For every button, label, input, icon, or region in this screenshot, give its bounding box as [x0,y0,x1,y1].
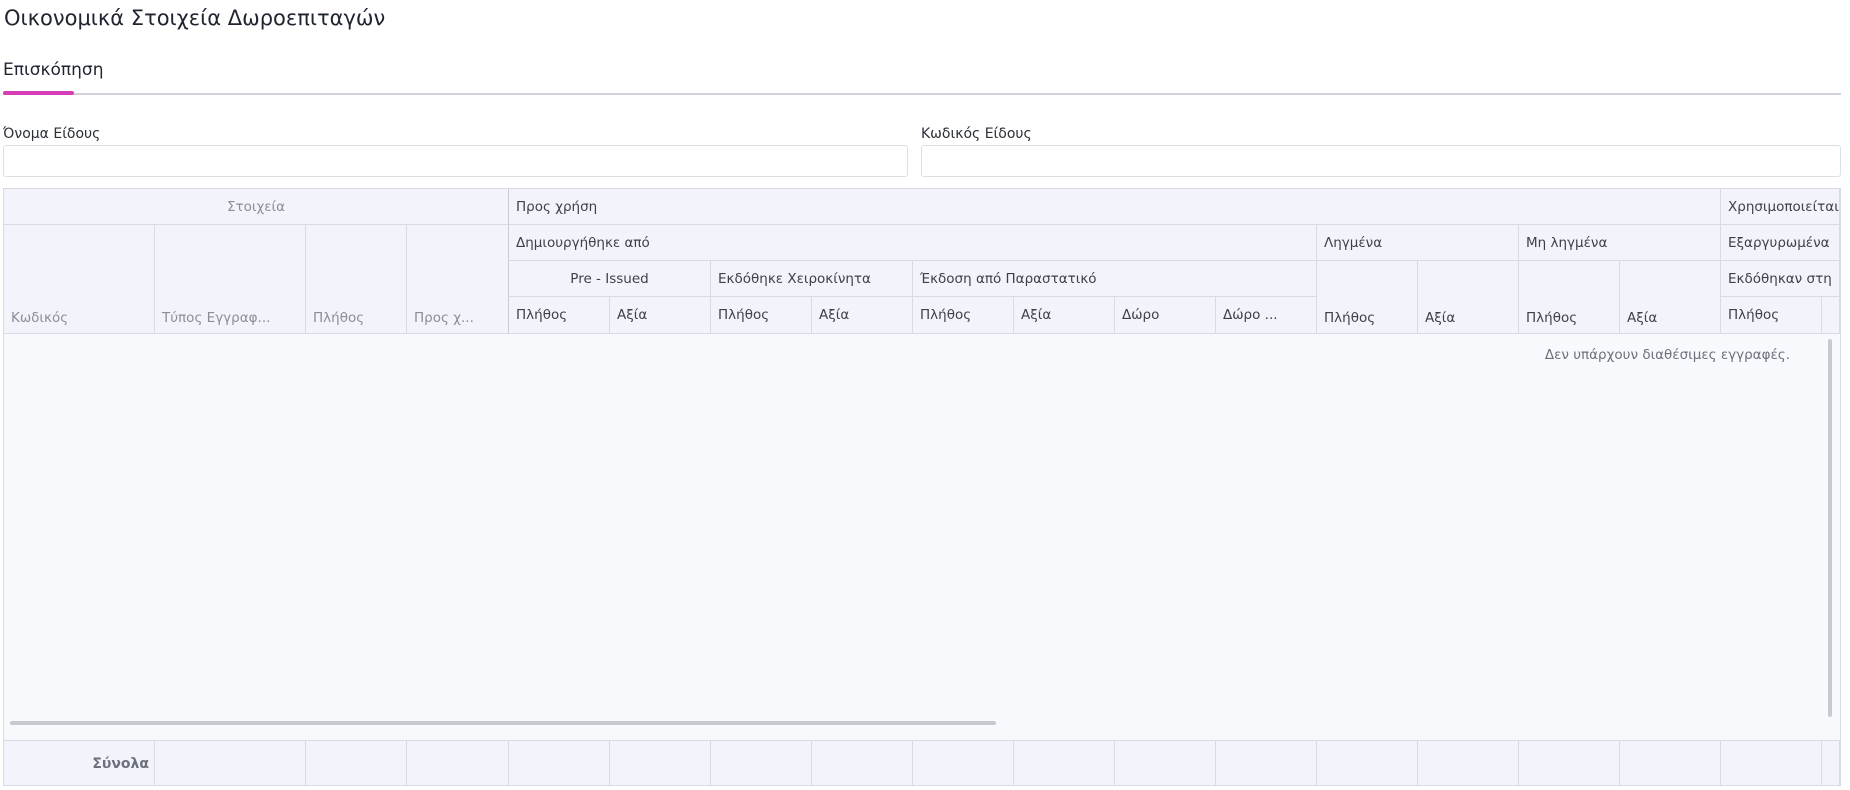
column-header-manual-value[interactable]: Αξία [812,297,913,334]
column-header-document-quantity[interactable]: Πλήθος [913,297,1014,334]
group-header-expired: Ληγμένα [1317,225,1519,261]
no-records-message: Δεν υπάρχουν διαθέσιμες εγγραφές. [1544,347,1790,363]
column-header-document-gift-more[interactable]: Δώρο ... [1216,297,1317,334]
totals-label: Σύνολα [4,740,155,785]
column-header-pre-issued-value[interactable]: Αξία [610,297,711,334]
horizontal-scrollbar[interactable] [10,721,996,725]
totals-cell [1115,740,1216,785]
column-header-pre-issued-quantity[interactable]: Πλήθος [509,297,610,334]
totals-cell [509,740,610,785]
totals-cell [1418,740,1519,785]
totals-cell [913,740,1014,785]
column-header-code[interactable]: Κωδικός [4,225,155,334]
totals-cell [610,740,711,785]
totals-cell [711,740,812,785]
group-header-issued-in: Εκδόθηκαν στη [1721,261,1840,297]
totals-cell [812,740,913,785]
totals-cell [1216,740,1317,785]
group-header-used: Χρησιμοποιείται [1721,189,1840,225]
totals-cell [1519,740,1620,785]
item-code-input[interactable] [921,145,1841,177]
tab-overview[interactable]: Επισκόπηση [3,60,103,80]
group-header-details: Στοιχεία [4,189,509,225]
group-header-created-by: Δημιουργήθηκε από [509,225,1317,261]
totals-cell [306,740,407,785]
grid-body[interactable]: Δεν υπάρχουν διαθέσιμες εγγραφές. [4,334,1840,740]
totals-cell [1721,740,1822,785]
column-header-expired-quantity[interactable]: Πλήθος [1317,261,1418,334]
group-header-issued-from-document: Έκδοση από Παραστατικό [913,261,1317,297]
column-header-document-value[interactable]: Αξία [1014,297,1115,334]
totals-cell [1822,740,1840,785]
column-header-expired-value[interactable]: Αξία [1418,261,1519,334]
column-header-used-extra [1822,297,1840,334]
column-header-record-type[interactable]: Τύπος Εγγραφ... [155,225,306,334]
totals-cell [1317,740,1418,785]
group-header-issued-manually: Εκδόθηκε Χειροκίνητα [711,261,913,297]
column-header-manual-quantity[interactable]: Πλήθος [711,297,812,334]
gift-card-grid: Στοιχεία Προς χρήση Χρησιμοποιείται Δημι… [3,188,1841,786]
item-name-label: Όνομα Είδους [3,126,101,142]
column-header-document-gift[interactable]: Δώρο [1115,297,1216,334]
totals-cell [1014,740,1115,785]
column-header-used-quantity[interactable]: Πλήθος [1721,297,1822,334]
totals-cell [407,740,509,785]
column-header-not-expired-value[interactable]: Αξία [1620,261,1721,334]
item-code-label: Κωδικός Είδους [921,126,1032,142]
column-header-for-use[interactable]: Προς χ... [407,225,509,334]
column-header-quantity[interactable]: Πλήθος [306,225,407,334]
tab-bar-divider [3,93,1841,95]
tab-active-indicator [3,91,74,95]
totals-cell [1620,740,1721,785]
column-header-not-expired-quantity[interactable]: Πλήθος [1519,261,1620,334]
page-title: Οικονομικά Στοιχεία Δωροεπιταγών [4,6,386,30]
group-header-pre-issued: Pre - Issued [509,261,711,297]
group-header-for-use: Προς χρήση [509,189,1721,225]
group-header-not-expired: Μη ληγμένα [1519,225,1721,261]
totals-cell [155,740,306,785]
vertical-scrollbar[interactable] [1828,339,1832,717]
group-header-redeemed: Εξαργυρωμένα [1721,225,1840,261]
item-name-input[interactable] [3,145,908,177]
